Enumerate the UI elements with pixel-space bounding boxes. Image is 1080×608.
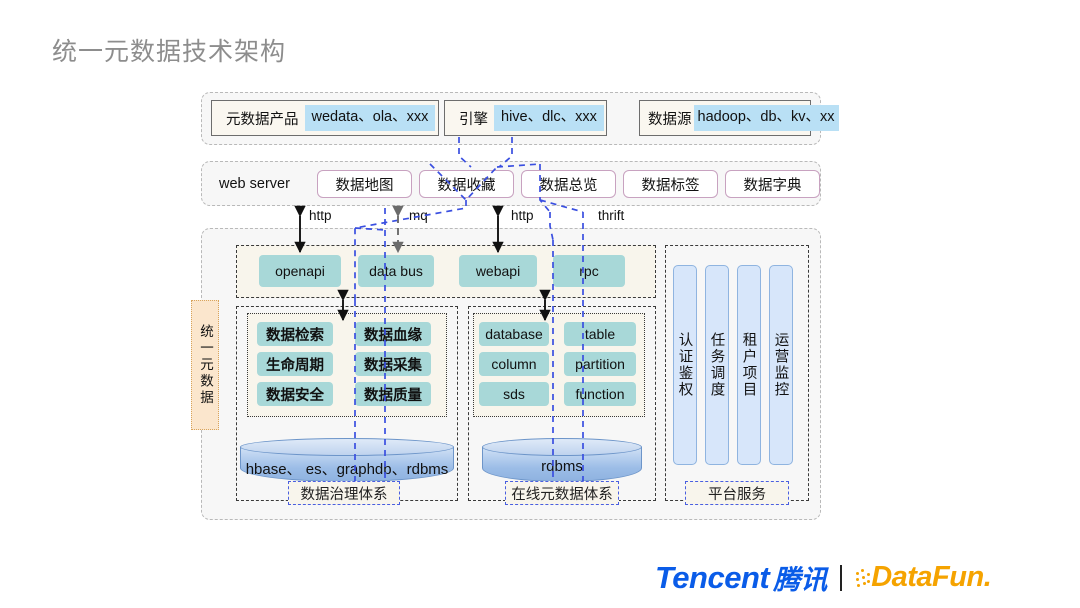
vbar-tenant-project[interactable]: 租户项目 (737, 265, 761, 465)
vbar-tenant-project-label: 租户项目 (740, 332, 757, 398)
ws-button-data-map-label: 数据地图 (335, 177, 394, 194)
engine-label: 引擎 (459, 111, 488, 128)
engine-value: hive、dlc、xxx (494, 105, 604, 131)
datafun-logo: DataFun. (871, 561, 992, 593)
chip-data-lineage-label: 数据血缘 (364, 327, 422, 344)
chip-data-security[interactable]: 数据安全 (257, 382, 333, 406)
unified-metadata-tab: 统一元数据 (191, 300, 219, 430)
chip-data-collection[interactable]: 数据采集 (355, 352, 431, 376)
chip-column[interactable]: column (479, 352, 549, 376)
chip-data-collection-label: 数据采集 (364, 357, 422, 374)
protocol-label-http-2: http (511, 208, 534, 223)
chip-data-search-label: 数据检索 (266, 327, 324, 344)
chip-data-bus[interactable]: data bus (358, 255, 434, 287)
page-title: 统一元数据技术架构 (52, 38, 287, 66)
online-metadata-section-tag: 在线元数据体系 (505, 481, 619, 505)
ws-button-data-overview-label: 数据总览 (539, 177, 598, 194)
ws-button-data-tags[interactable]: 数据标签 (623, 170, 718, 198)
vbar-task-scheduling-label: 任务调度 (708, 332, 725, 398)
ws-button-data-favorites-label: 数据收藏 (437, 177, 496, 194)
online-metadata-section-tag-label: 在线元数据体系 (511, 486, 613, 503)
vbar-operation-monitoring[interactable]: 运营监控 (769, 265, 793, 465)
chip-table-label: table (584, 326, 616, 342)
metadata-product-value: wedata、ola、xxx (304, 105, 436, 131)
chip-data-search[interactable]: 数据检索 (257, 322, 333, 346)
ws-button-data-dictionary-label: 数据字典 (743, 177, 802, 194)
chip-data-quality[interactable]: 数据质量 (355, 382, 431, 406)
unified-metadata-tab-label: 统一元数据 (198, 323, 213, 407)
datasource-value: hadoop、db、kv、xx (693, 105, 839, 131)
datasource-label: 数据源 (648, 111, 692, 128)
chip-webapi[interactable]: webapi (459, 255, 537, 287)
chip-data-security-label: 数据安全 (266, 387, 324, 404)
governance-storage-label: hbase、 es、graphdb、rdbms (245, 461, 449, 478)
cylinder-top (240, 438, 454, 456)
chip-data-quality-label: 数据质量 (364, 387, 422, 404)
governance-storage-cylinder: hbase、 es、graphdb、rdbms (240, 438, 454, 482)
chip-data-bus-label: data bus (369, 263, 423, 279)
chip-webapi-label: webapi (475, 263, 521, 279)
tencent-logo-cn: 腾讯 (773, 565, 828, 595)
chip-sds-label: sds (503, 386, 525, 402)
ws-button-data-tags-label: 数据标签 (641, 177, 700, 194)
logo-separator (840, 564, 843, 591)
chip-lifecycle-label: 生命周期 (266, 357, 324, 374)
footer-logos: Tencent 腾讯 DataFun. (655, 558, 992, 597)
protocol-label-thrift: thrift (598, 208, 625, 223)
web-server-label: web server (219, 176, 290, 192)
chip-lifecycle[interactable]: 生命周期 (257, 352, 333, 376)
chip-database-label: database (485, 326, 543, 342)
chip-openapi[interactable]: openapi (259, 255, 341, 287)
chip-database[interactable]: database (479, 322, 549, 346)
online-metadata-storage-cylinder: rdbms (482, 438, 642, 482)
protocol-label-mq: mq (409, 208, 428, 223)
online-metadata-storage-label: rdbms (541, 458, 583, 475)
metadata-product-label: 元数据产品 (226, 111, 299, 128)
platform-section-tag: 平台服务 (685, 481, 789, 505)
slide-canvas: 统一元数据技术架构 元数据产品 wedata、ola、xxx 引擎 hive、d… (0, 0, 1080, 608)
cylinder-top (482, 438, 642, 456)
chip-rpc-label: rpc (579, 263, 599, 279)
governance-section-tag-label: 数据治理体系 (300, 486, 388, 503)
vbar-auth-label: 认证鉴权 (676, 332, 693, 398)
platform-section-tag-label: 平台服务 (708, 486, 766, 503)
ws-button-data-dictionary[interactable]: 数据字典 (725, 170, 820, 198)
vbar-auth[interactable]: 认证鉴权 (673, 265, 697, 465)
ws-button-data-favorites[interactable]: 数据收藏 (419, 170, 514, 198)
ws-button-data-overview[interactable]: 数据总览 (521, 170, 616, 198)
chip-table[interactable]: table (564, 322, 636, 346)
ws-button-data-map[interactable]: 数据地图 (317, 170, 412, 198)
chip-rpc[interactable]: rpc (553, 255, 625, 287)
chip-partition-label: partition (575, 356, 625, 372)
chip-column-label: column (491, 356, 537, 372)
chip-data-lineage[interactable]: 数据血缘 (355, 322, 431, 346)
governance-section-tag: 数据治理体系 (288, 481, 400, 505)
datasource-box: 数据源 hadoop、db、kv、xx (639, 100, 839, 136)
tencent-logo-en: Tencent (655, 559, 770, 595)
chip-openapi-label: openapi (275, 263, 325, 279)
chip-function[interactable]: function (564, 382, 636, 406)
metadata-product-box: 元数据产品 wedata、ola、xxx (211, 100, 439, 136)
chip-function-label: function (575, 386, 625, 402)
datafun-dots-icon (855, 567, 871, 589)
engine-box: 引擎 hive、dlc、xxx (444, 100, 607, 136)
vbar-task-scheduling[interactable]: 任务调度 (705, 265, 729, 465)
vbar-operation-monitoring-label: 运营监控 (772, 332, 789, 398)
protocol-label-http-1: http (309, 208, 332, 223)
chip-sds[interactable]: sds (479, 382, 549, 406)
chip-partition[interactable]: partition (564, 352, 636, 376)
